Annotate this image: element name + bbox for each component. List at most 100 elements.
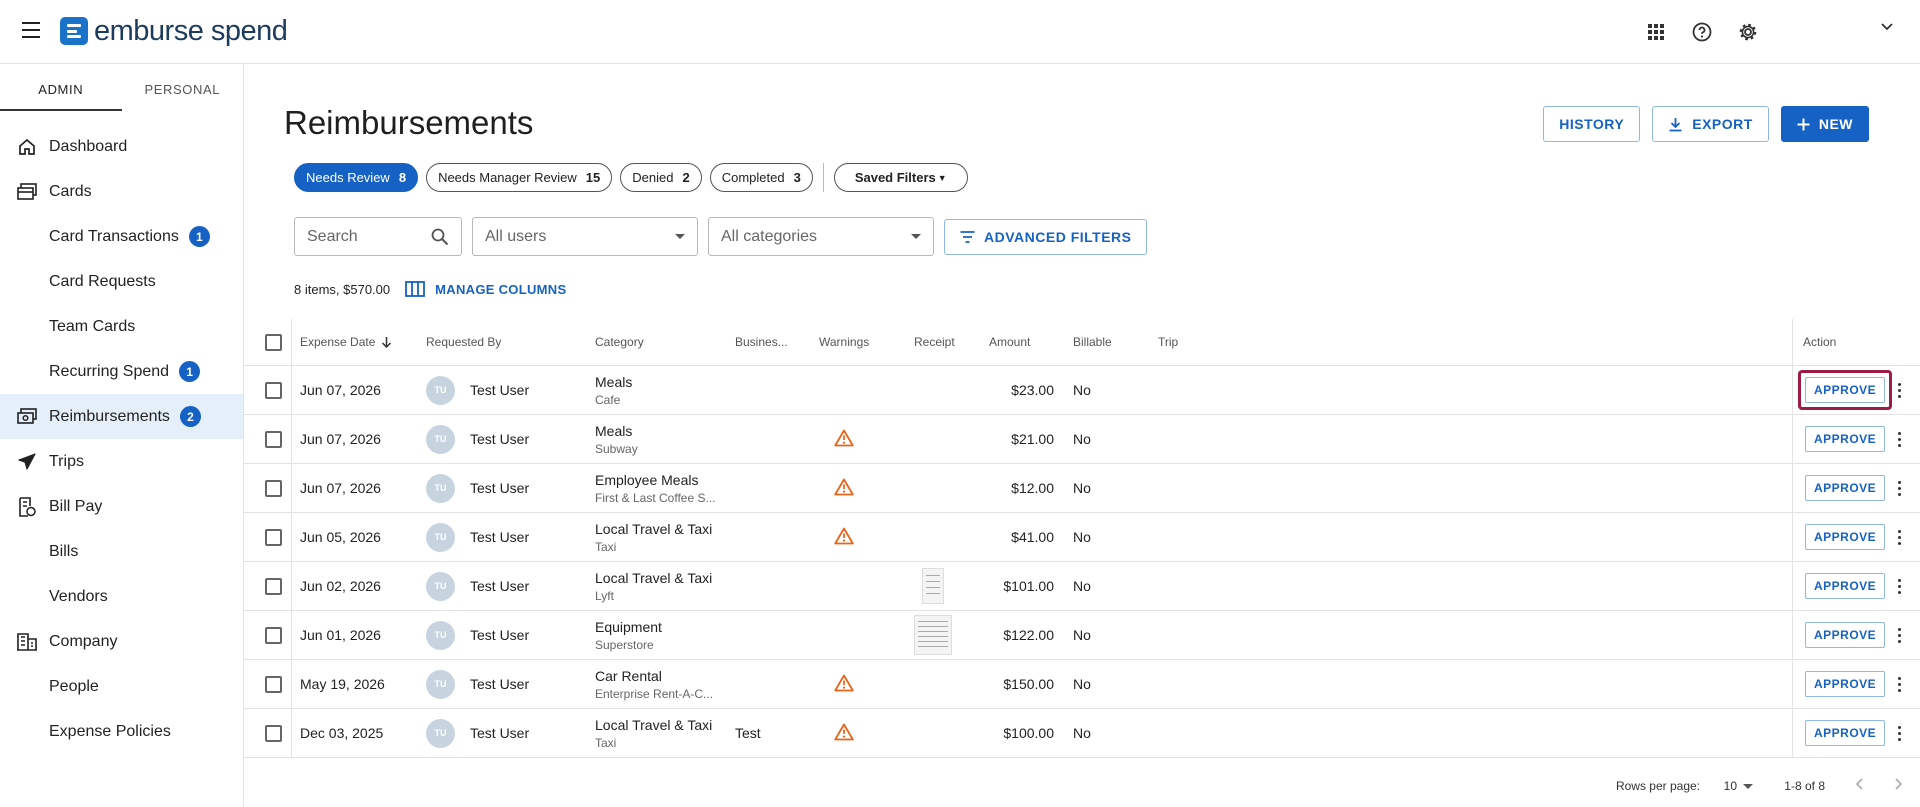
sidebar-item-bills[interactable]: Bills xyxy=(0,529,243,574)
expense-date-header[interactable]: Expense Date xyxy=(300,319,392,365)
sidebar-item-trips[interactable]: Trips xyxy=(0,439,243,484)
table-row[interactable]: Jun 07, 2026 TU Test User Meals Subway $21.00… xyxy=(244,415,1920,464)
sidebar-item-vendors[interactable]: Vendors xyxy=(0,574,243,619)
select-all-checkbox[interactable] xyxy=(265,333,282,351)
requested-by: Test User xyxy=(470,725,530,741)
items-summary: 8 items, $570.00 xyxy=(294,281,391,297)
warning-icon[interactable] xyxy=(834,429,854,450)
sidebar-item-expense-policies[interactable]: Expense Policies xyxy=(0,709,243,754)
warning-icon[interactable] xyxy=(834,723,854,744)
sidebar-item-company[interactable]: Company xyxy=(0,619,243,664)
apps-grid-icon[interactable] xyxy=(1644,20,1668,44)
warning-icon[interactable] xyxy=(834,674,854,695)
tab-personal[interactable]: PERSONAL xyxy=(122,64,244,111)
sidebar-item-card-requests[interactable]: Card Requests xyxy=(0,259,243,304)
filter-pill-needs-manager-review[interactable]: Needs Manager Review 15 xyxy=(426,163,613,192)
billable-header[interactable]: Billable xyxy=(1073,319,1112,365)
approve-button[interactable]: APPROVE xyxy=(1805,671,1886,697)
table-row[interactable]: Jun 05, 2026 TU Test User Local Travel & Ta… xyxy=(244,513,1920,562)
sidebar-item-team-cards[interactable]: Team Cards xyxy=(0,304,243,349)
advanced-filters-button[interactable]: ADVANCED FILTERS xyxy=(944,218,1148,255)
merchant: Enterprise Rent-A-C... xyxy=(595,686,714,701)
row-checkbox[interactable] xyxy=(265,479,282,497)
menu-icon[interactable] xyxy=(22,22,42,40)
export-label: EXPORT xyxy=(1692,116,1753,132)
billable: No xyxy=(1073,529,1091,545)
business-header[interactable]: Busines... xyxy=(735,319,788,365)
sidebar-item-cards[interactable]: Cards xyxy=(0,169,243,214)
row-checkbox[interactable] xyxy=(265,430,282,448)
table-row[interactable]: Dec 03, 2025 TU Test User Local Travel & Ta… xyxy=(244,709,1920,758)
sidebar-item-reimbursements[interactable]: Reimbursements 2 xyxy=(0,394,243,439)
sidebar-item-label: People xyxy=(49,677,99,695)
new-button[interactable]: NEW xyxy=(1780,106,1869,142)
more-options-icon[interactable] xyxy=(1894,529,1904,545)
amount-header[interactable]: Amount xyxy=(989,319,1030,365)
sidebar-item-bill-pay[interactable]: Bill Pay xyxy=(0,484,243,529)
manage-columns-button[interactable]: MANAGE COLUMNS xyxy=(405,281,566,297)
receipt-thumbnail[interactable] xyxy=(922,568,944,604)
categories-select[interactable]: All categories xyxy=(708,217,934,256)
chevron-down-icon[interactable] xyxy=(1880,20,1896,36)
search-input[interactable]: Search xyxy=(294,217,462,256)
row-checkbox[interactable] xyxy=(265,626,282,644)
previous-page-button[interactable] xyxy=(1854,777,1866,794)
more-options-icon[interactable] xyxy=(1894,382,1904,398)
more-options-icon[interactable] xyxy=(1894,480,1904,496)
category: Local Travel & Taxi xyxy=(595,716,713,733)
help-icon[interactable] xyxy=(1690,20,1714,44)
filter-pill-completed[interactable]: Completed 3 xyxy=(709,163,813,192)
row-checkbox[interactable] xyxy=(265,675,282,693)
users-select[interactable]: All users xyxy=(472,217,698,256)
sidebar-item-label: Reimbursements xyxy=(49,407,170,425)
warning-icon[interactable] xyxy=(834,527,854,548)
rows-per-page-select[interactable]: 10 xyxy=(1724,779,1753,793)
history-button[interactable]: HISTORY xyxy=(1543,106,1641,142)
row-checkbox[interactable] xyxy=(265,724,282,742)
category-header[interactable]: Category xyxy=(595,319,644,365)
receipt-header[interactable]: Receipt xyxy=(914,319,955,365)
approve-button[interactable]: APPROVE xyxy=(1805,475,1886,501)
sidebar-item-people[interactable]: People xyxy=(0,664,243,709)
tab-admin[interactable]: ADMIN xyxy=(0,64,122,111)
more-options-icon[interactable] xyxy=(1894,431,1904,447)
approve-button[interactable]: APPROVE xyxy=(1805,720,1886,746)
amount: $100.00 xyxy=(1003,725,1054,741)
filter-pill-denied[interactable]: Denied 2 xyxy=(620,163,702,192)
gear-icon[interactable] xyxy=(1736,20,1760,44)
airplane-icon xyxy=(16,451,38,473)
warning-icon[interactable] xyxy=(834,478,854,499)
more-options-icon[interactable] xyxy=(1894,578,1904,594)
row-checkbox[interactable] xyxy=(265,577,282,595)
export-button[interactable]: EXPORT xyxy=(1652,106,1769,142)
approve-button[interactable]: APPROVE xyxy=(1805,573,1886,599)
warnings-header[interactable]: Warnings xyxy=(819,319,869,365)
logo[interactable]: emburse spend xyxy=(60,17,288,46)
row-checkbox[interactable] xyxy=(265,381,282,399)
sidebar-item-card-transactions[interactable]: Card Transactions 1 xyxy=(0,214,243,259)
approve-button[interactable]: APPROVE xyxy=(1805,524,1886,550)
sidebar-item-dashboard[interactable]: Dashboard xyxy=(0,124,243,169)
requested-by-header[interactable]: Requested By xyxy=(426,319,501,365)
next-page-button[interactable] xyxy=(1892,777,1904,794)
approve-button[interactable]: APPROVE xyxy=(1805,426,1886,452)
more-options-icon[interactable] xyxy=(1894,676,1904,692)
table-row[interactable]: Jun 07, 2026 TU Test User Meals Cafe $23.00 No… xyxy=(244,366,1920,415)
action-header[interactable]: Action xyxy=(1803,319,1836,365)
billable: No xyxy=(1073,627,1091,643)
trip-header[interactable]: Trip xyxy=(1158,319,1178,365)
table-row[interactable]: Jun 02, 2026 TU Test User Local Travel & Ta… xyxy=(244,562,1920,611)
requested-by: Test User xyxy=(470,578,530,594)
row-checkbox[interactable] xyxy=(265,528,282,546)
table-row[interactable]: May 19, 2026 TU Test User Car Rental Enterpr… xyxy=(244,660,1920,709)
more-options-icon[interactable] xyxy=(1894,725,1904,741)
approve-button[interactable]: APPROVE xyxy=(1805,377,1886,403)
table-row[interactable]: Jun 07, 2026 TU Test User Employee Meals Fir… xyxy=(244,464,1920,513)
filter-pill-needs-review[interactable]: Needs Review 8 xyxy=(294,163,419,192)
table-row[interactable]: Jun 01, 2026 TU Test User Equipment Supersto… xyxy=(244,611,1920,660)
billable: No xyxy=(1073,676,1091,692)
sidebar-item-recurring-spend[interactable]: Recurring Spend 1 xyxy=(0,349,243,394)
more-options-icon[interactable] xyxy=(1894,627,1904,643)
approve-button[interactable]: APPROVE xyxy=(1805,622,1886,648)
saved-filters-dropdown[interactable]: Saved Filters ▼ xyxy=(833,163,968,192)
